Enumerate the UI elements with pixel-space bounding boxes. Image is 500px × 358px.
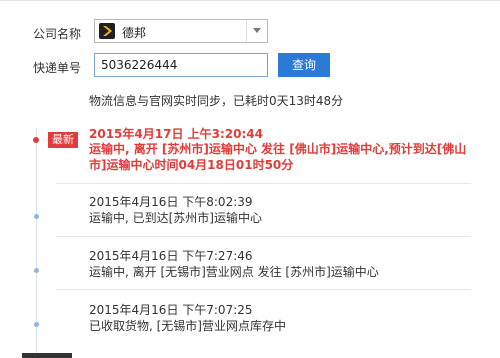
tracking-label: 快递单号 bbox=[33, 61, 82, 75]
timeline-dot bbox=[34, 214, 39, 219]
top-divider bbox=[0, 0, 500, 1]
company-label: 公司名称 bbox=[33, 27, 82, 41]
latest-badge: 最新 bbox=[48, 132, 78, 148]
event-time: 2015年4月16日 下午8:02:39 bbox=[89, 195, 253, 209]
timeline-dot bbox=[34, 322, 39, 327]
company-select-value: 德邦 bbox=[122, 26, 147, 40]
chevron-down-icon[interactable] bbox=[246, 20, 267, 42]
company-logo-icon bbox=[99, 23, 115, 39]
query-button[interactable]: 查询 bbox=[278, 53, 330, 77]
event-text: 运输中, 离开 [苏州市]运输中心 发往 [佛山市]运输中心,预计到达[佛山市]… bbox=[89, 142, 467, 172]
event-divider bbox=[56, 289, 471, 290]
event-text: 运输中, 已到达[苏州市]运输中心 bbox=[89, 211, 262, 225]
timeline-dot bbox=[34, 268, 39, 273]
event-text: 运输中, 离开 [无锡市]营业网点 发往 [苏州市]运输中心 bbox=[89, 265, 379, 279]
event-time: 2015年4月17日 上午3:20:44 bbox=[89, 127, 263, 141]
sync-note: 物流信息与官网实时同步，已耗时0天13时48分 bbox=[89, 94, 344, 108]
event-divider bbox=[56, 183, 471, 184]
tracking-number-input[interactable]: 5036226444 bbox=[94, 53, 268, 77]
timeline-dot-latest bbox=[33, 137, 39, 143]
event-text: 已收取货物, [无锡市]营业网点库存中 bbox=[89, 319, 286, 333]
event-time: 2015年4月16日 下午7:07:25 bbox=[89, 303, 253, 317]
bottom-bar bbox=[22, 353, 72, 358]
company-select[interactable]: 德邦 bbox=[94, 19, 268, 43]
event-divider bbox=[56, 236, 471, 237]
event-time: 2015年4月16日 下午7:27:46 bbox=[89, 249, 253, 263]
